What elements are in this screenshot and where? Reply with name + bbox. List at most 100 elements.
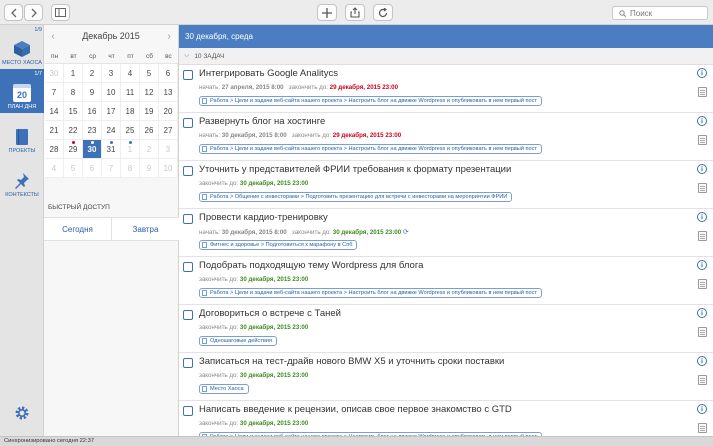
settings-button[interactable] — [14, 405, 30, 421]
calendar-day[interactable]: 12 — [140, 83, 159, 102]
calendar-day[interactable]: 15 — [64, 102, 83, 121]
calendar-day[interactable]: 19 — [140, 102, 159, 121]
task-project-tag[interactable]: Фитнес и здоровье > Подготовиться к мара… — [199, 240, 358, 250]
info-icon[interactable]: i — [697, 116, 707, 126]
notes-icon[interactable] — [698, 327, 707, 337]
calendar-day[interactable]: 31 — [102, 140, 121, 159]
sidebar-item-contexts[interactable]: КОНТЕКСТЫ — [0, 157, 44, 201]
calendar-day[interactable]: 4 — [121, 64, 140, 83]
task-row[interactable]: Уточнить у представителей ФРИИ требовани… — [179, 161, 713, 209]
task-checkbox[interactable] — [183, 166, 193, 176]
info-icon[interactable]: i — [697, 212, 707, 222]
task-checkbox[interactable] — [183, 70, 193, 80]
task-row[interactable]: Договориться о встрече с Таней закончить … — [179, 305, 713, 353]
info-icon[interactable]: i — [697, 68, 707, 78]
share-button[interactable] — [345, 4, 365, 21]
calendar-day[interactable]: 8 — [121, 159, 140, 178]
calendar-day[interactable]: 6 — [159, 64, 178, 83]
task-checkbox[interactable] — [183, 310, 193, 320]
calendar-day[interactable]: 21 — [45, 121, 64, 140]
notes-icon[interactable] — [698, 375, 707, 385]
calendar-day[interactable]: 22 — [64, 121, 83, 140]
task-checkbox[interactable] — [183, 262, 193, 272]
calendar-day[interactable]: 26 — [140, 121, 159, 140]
task-row[interactable]: Подобрать подходящую тему Wordpress для … — [179, 257, 713, 305]
notes-icon[interactable] — [698, 183, 707, 193]
task-row[interactable]: Провести кардио-тренировку начать: 30 дек… — [179, 209, 713, 257]
sidebar-item-projects[interactable]: ПРОЕКТЫ — [0, 113, 44, 157]
notes-icon[interactable] — [698, 135, 707, 145]
notes-icon[interactable] — [698, 279, 707, 289]
task-checkbox[interactable] — [183, 358, 193, 368]
toggle-sidebar-button[interactable] — [51, 4, 70, 21]
calendar-day[interactable]: 3 — [102, 64, 121, 83]
calendar-day[interactable]: 4 — [45, 159, 64, 178]
today-button[interactable]: Сегодня — [44, 218, 112, 240]
calendar-day[interactable]: 2 — [83, 64, 102, 83]
sidebar-item-inbox[interactable]: 1/9 МЕСТО ХАОСА — [0, 25, 44, 69]
info-icon[interactable]: i — [697, 164, 707, 174]
task-row[interactable]: Интегрировать Google Analitycs начать: 27… — [179, 65, 713, 113]
calendar-day[interactable]: 2 — [140, 140, 159, 159]
calendar-day[interactable]: 3 — [159, 140, 178, 159]
info-icon[interactable]: i — [697, 260, 707, 270]
calendar-day[interactable]: 14 — [45, 102, 64, 121]
prev-month-button[interactable]: ‹ — [48, 31, 58, 42]
calendar-day[interactable]: 10 — [159, 159, 178, 178]
info-icon[interactable]: i — [697, 404, 707, 414]
calendar-day[interactable]: 27 — [159, 121, 178, 140]
calendar-day[interactable]: 23 — [83, 121, 102, 140]
task-project-tag[interactable]: Работа > Цели и задачи веб-сайта нашего … — [199, 144, 543, 154]
task-project-tag[interactable]: Работа > Общение с инвесторами > Подгото… — [199, 192, 513, 202]
add-task-button[interactable] — [317, 4, 337, 21]
task-row[interactable]: Развернуть блог на хостинге начать: 30 де… — [179, 113, 713, 161]
search-input[interactable] — [630, 8, 706, 18]
task-row[interactable]: Написать введение к рецензии, описав сво… — [179, 401, 713, 436]
info-icon[interactable]: i — [697, 308, 707, 318]
calendar-day[interactable]: 18 — [121, 102, 140, 121]
calendar-day[interactable]: 9 — [140, 159, 159, 178]
info-icon[interactable]: i — [697, 356, 707, 366]
task-group-header[interactable]: ⌵ 10 ЗАДАЧ — [179, 48, 713, 65]
calendar-day-selected[interactable]: 30 — [83, 140, 102, 159]
calendar-day[interactable]: 20 — [159, 102, 178, 121]
forward-button[interactable] — [24, 4, 43, 21]
calendar-day[interactable]: 5 — [64, 159, 83, 178]
sync-button[interactable] — [373, 4, 393, 21]
task-checkbox[interactable] — [183, 118, 193, 128]
notes-icon[interactable] — [698, 423, 707, 433]
calendar-day[interactable]: 9 — [83, 83, 102, 102]
next-month-button[interactable]: › — [164, 31, 174, 42]
calendar-day[interactable]: 8 — [64, 83, 83, 102]
tomorrow-button[interactable]: Завтра — [112, 218, 179, 240]
task-project-tag[interactable]: Работа > Цели и задачи веб-сайта нашего … — [199, 96, 543, 106]
notes-icon[interactable] — [698, 87, 707, 97]
task-checkbox[interactable] — [183, 214, 193, 224]
calendar-day[interactable]: 1 — [64, 64, 83, 83]
calendar-day[interactable]: 11 — [121, 83, 140, 102]
back-button[interactable] — [4, 4, 23, 21]
calendar-day[interactable]: 24 — [102, 121, 121, 140]
task-checkbox[interactable] — [183, 406, 193, 416]
calendar-day[interactable]: 6 — [83, 159, 102, 178]
task-row[interactable]: Записаться на тест-драйв нового BMW X5 и… — [179, 353, 713, 401]
calendar-day[interactable]: 30 — [45, 64, 64, 83]
calendar-day[interactable]: 7 — [45, 83, 64, 102]
task-project-tag[interactable]: Работа > Цели и задачи веб-сайта нашего … — [199, 288, 543, 298]
calendar-day[interactable]: 7 — [102, 159, 121, 178]
calendar-day[interactable]: 10 — [102, 83, 121, 102]
calendar-day[interactable]: 17 — [102, 102, 121, 121]
task-project-tag[interactable]: Одношаговые действия — [199, 336, 277, 346]
calendar-day[interactable]: 16 — [83, 102, 102, 121]
calendar-day[interactable]: 13 — [159, 83, 178, 102]
calendar-day[interactable]: 25 — [121, 121, 140, 140]
calendar-day[interactable]: 5 — [140, 64, 159, 83]
sidebar-item-day-plan[interactable]: 1/7 20 ПЛАН ДНЯ — [0, 69, 44, 113]
calendar-day-number: 6 — [165, 68, 171, 78]
calendar-day[interactable]: 1 — [121, 140, 140, 159]
notes-icon[interactable] — [698, 231, 707, 241]
calendar-day[interactable]: 28 — [45, 140, 64, 159]
search-field[interactable] — [612, 6, 708, 20]
calendar-day[interactable]: 29 — [64, 140, 83, 159]
task-project-tag[interactable]: Место Хаоса — [199, 384, 249, 394]
